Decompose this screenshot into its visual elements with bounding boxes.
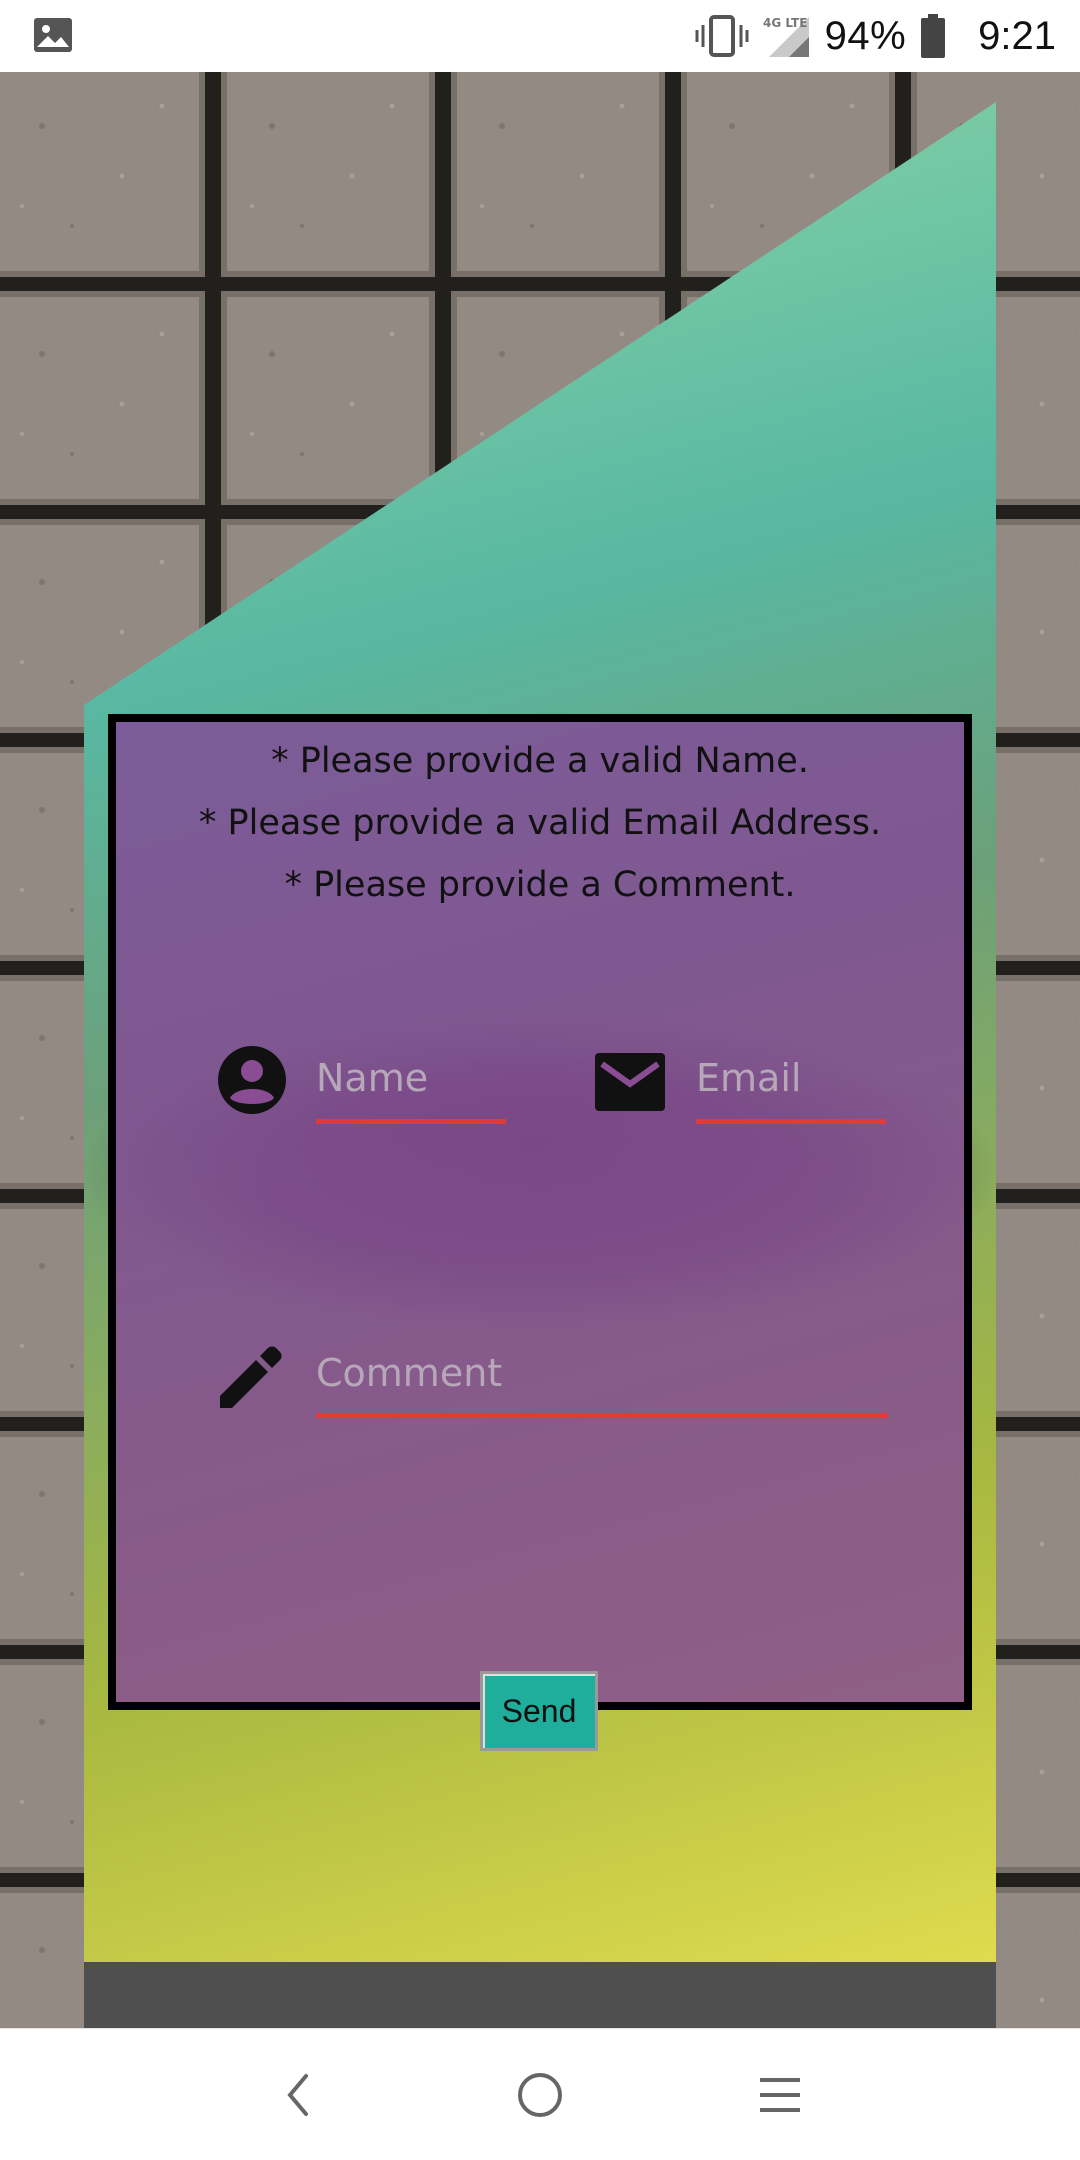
image-icon [34, 18, 72, 52]
name-error-message: * Please provide a valid Name. [271, 741, 809, 781]
comment-input[interactable] [316, 1346, 888, 1418]
navigation-bar [0, 2028, 1080, 2160]
vibrate-icon [695, 15, 749, 57]
battery-percent: 94% [824, 13, 907, 58]
send-button[interactable]: Send [480, 1671, 598, 1751]
name-input[interactable] [316, 1050, 506, 1124]
chevron-left-icon [287, 2074, 308, 2116]
account-circle-icon [218, 1046, 286, 1114]
pencil-icon [220, 1346, 282, 1408]
footer-bar [84, 1962, 996, 2028]
signal-icon: 4G LTE [763, 16, 809, 57]
battery-icon [921, 14, 946, 58]
clock-time: 9:21 [978, 13, 1056, 58]
network-type-label: 4G LTE [763, 16, 807, 30]
contact-form: * Please provide a valid Name. * Please … [108, 714, 972, 1751]
menu-lines-icon [760, 2078, 800, 2112]
validation-errors: * Please provide a valid Name. * Please … [116, 730, 964, 916]
mail-icon [595, 1053, 665, 1111]
menu-button[interactable] [744, 2059, 816, 2131]
web-page: * Please provide a valid Name. * Please … [0, 72, 1080, 2028]
back-button[interactable] [262, 2059, 334, 2131]
status-bar: 4G LTE 94% 9:21 [0, 0, 1080, 72]
comment-error-message: * Please provide a Comment. [284, 865, 796, 905]
email-error-message: * Please provide a valid Email Address. [198, 803, 882, 843]
circle-home-icon [518, 2073, 562, 2117]
home-button[interactable] [504, 2059, 576, 2131]
email-input[interactable] [696, 1050, 886, 1124]
